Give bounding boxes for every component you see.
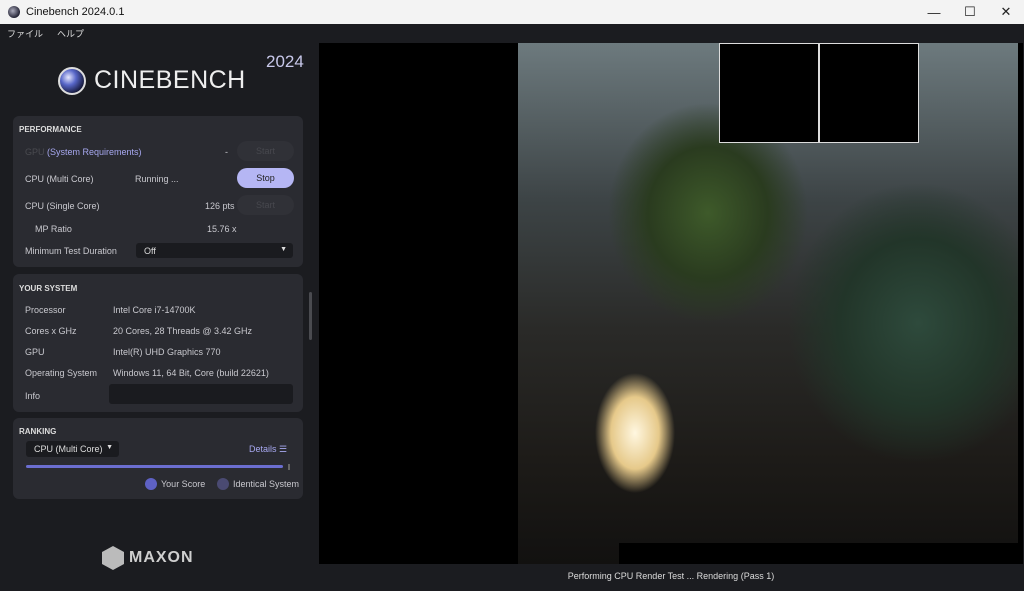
processor-value: Intel Core i7-14700K bbox=[113, 305, 196, 315]
stop-button[interactable]: Stop bbox=[237, 168, 294, 188]
cinebench-app-icon bbox=[8, 6, 20, 18]
ranking-select-value: CPU (Multi Core) bbox=[34, 444, 103, 454]
menu-file[interactable]: ファイル bbox=[7, 27, 43, 39]
ranking-select[interactable]: CPU (Multi Core) ▼ bbox=[26, 441, 119, 457]
your-score-dot-icon bbox=[145, 478, 157, 490]
gpu-start-button[interactable]: Start bbox=[237, 141, 294, 161]
brand-year: 2024 bbox=[266, 52, 304, 71]
info-field[interactable] bbox=[109, 384, 293, 404]
ranking-bar bbox=[26, 465, 283, 468]
identical-system-dot-icon bbox=[217, 478, 229, 490]
cores-label: Cores x GHz bbox=[25, 326, 77, 336]
cinebench-logo-icon bbox=[58, 66, 86, 95]
cinebench-logo: CINEBENCH bbox=[58, 66, 246, 95]
mp-ratio-value: 15.76 x bbox=[207, 224, 237, 234]
performance-panel: PERFORMANCE GPU (System Requirements) - … bbox=[13, 116, 303, 267]
chevron-down-icon: ▼ bbox=[280, 246, 287, 253]
gpu-info-value: Intel(R) UHD Graphics 770 bbox=[113, 347, 221, 357]
gpu-label: GPU bbox=[25, 147, 45, 157]
system-heading: YOUR SYSTEM bbox=[19, 284, 78, 293]
os-label: Operating System bbox=[25, 368, 98, 378]
brand-name: CINEBENCH bbox=[94, 66, 246, 94]
info-label: Info bbox=[25, 391, 41, 401]
chevron-down-icon: ▼ bbox=[106, 444, 113, 451]
maximize-button[interactable]: ☐ bbox=[952, 0, 988, 24]
unrendered-region bbox=[619, 543, 1019, 564]
filter-icon: ☰ bbox=[279, 444, 288, 454]
os-value: Windows 11, 64 Bit, Core (build 22621) bbox=[113, 368, 269, 378]
legend-identical-system: Identical System bbox=[217, 478, 299, 490]
render-viewport bbox=[319, 43, 1023, 564]
minimize-button[interactable]: — bbox=[916, 0, 952, 24]
system-panel: YOUR SYSTEM Processor Intel Core i7-1470… bbox=[13, 274, 303, 412]
mp-ratio-label: MP Ratio bbox=[35, 224, 72, 234]
min-duration-label: Minimum Test Duration bbox=[25, 246, 117, 256]
gpu-info-label: GPU bbox=[25, 347, 45, 357]
ranking-heading: RANKING bbox=[19, 427, 57, 436]
sidebar-scrollbar[interactable] bbox=[309, 292, 312, 340]
ranking-scroll-handle[interactable] bbox=[288, 464, 290, 470]
menu-bar: ファイル ヘルプ bbox=[0, 24, 318, 42]
render-bucket bbox=[719, 43, 819, 143]
cpu-single-start-button[interactable]: Start bbox=[237, 195, 294, 215]
performance-heading: PERFORMANCE bbox=[19, 125, 82, 134]
legend-your-score: Your Score bbox=[145, 478, 205, 490]
maxon-logo-icon bbox=[102, 546, 124, 570]
maxon-text: MAXON bbox=[129, 549, 194, 566]
cores-value: 20 Cores, 28 Threads @ 3.42 GHz bbox=[113, 326, 253, 336]
cpu-multi-label: CPU (Multi Core) bbox=[25, 174, 94, 184]
min-duration-select[interactable]: Off ▼ bbox=[136, 243, 293, 258]
ranking-panel: RANKING CPU (Multi Core) ▼ Details ☰ Your… bbox=[13, 418, 303, 499]
window-title: Cinebench 2024.0.1 bbox=[26, 6, 125, 18]
cpu-single-label: CPU (Single Core) bbox=[25, 201, 100, 211]
legend-label: Your Score bbox=[161, 479, 206, 489]
cpu-multi-status: Running ... bbox=[135, 174, 179, 184]
close-button[interactable]: ✕ bbox=[988, 0, 1024, 24]
menu-help[interactable]: ヘルプ bbox=[57, 27, 84, 39]
maxon-logo: MAXON bbox=[102, 546, 194, 570]
system-requirements-link[interactable]: (System Requirements) bbox=[47, 147, 142, 157]
cpu-single-score: 126 pts bbox=[205, 201, 235, 211]
status-bar: Performing CPU Render Test ... Rendering… bbox=[319, 564, 1023, 590]
render-bucket bbox=[819, 43, 919, 143]
gpu-score: - bbox=[225, 147, 228, 157]
details-label: Details bbox=[249, 444, 277, 454]
title-bar: Cinebench 2024.0.1 — ☐ ✕ bbox=[0, 0, 1024, 24]
details-link[interactable]: Details ☰ bbox=[249, 444, 287, 455]
legend-label: Identical System bbox=[233, 479, 300, 489]
min-duration-value: Off bbox=[144, 246, 156, 256]
processor-label: Processor bbox=[25, 305, 66, 315]
